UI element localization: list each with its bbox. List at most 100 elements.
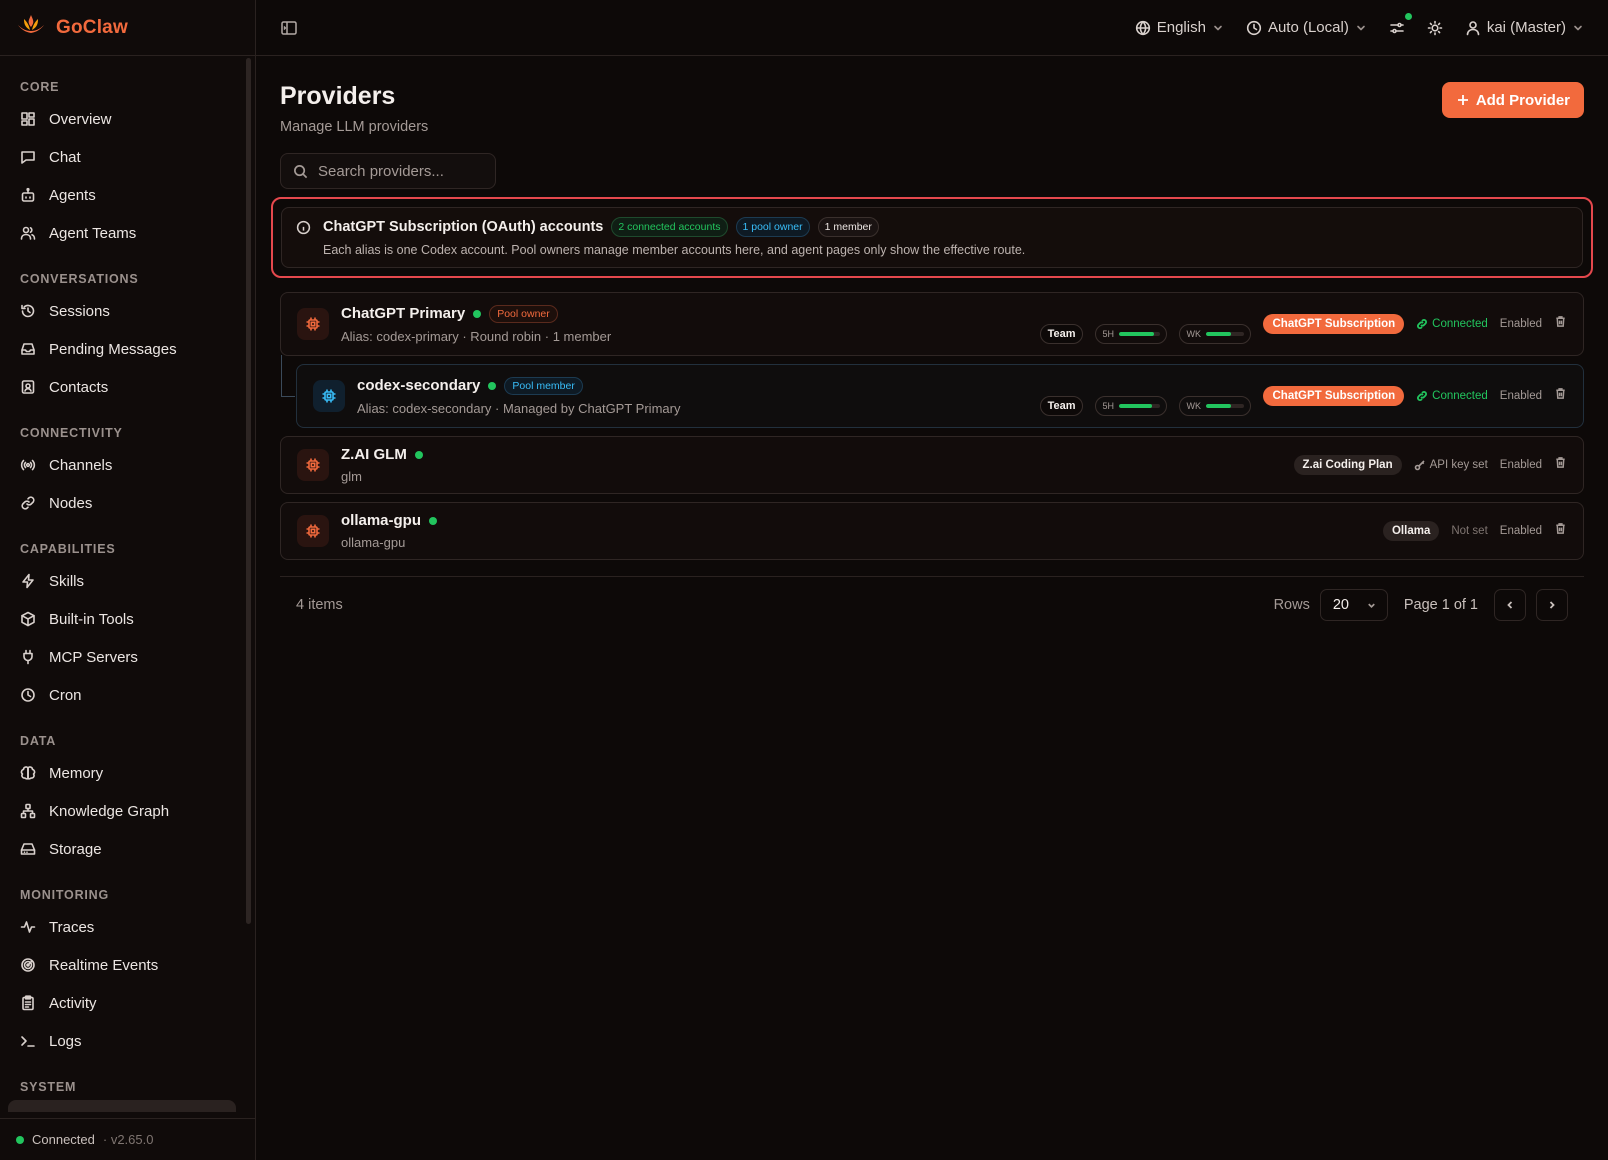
selected-item-highlight	[8, 1100, 236, 1112]
enabled-toggle[interactable]: Enabled	[1500, 390, 1542, 402]
provider-card-codex-secondary[interactable]: codex-secondary Pool member Alias: codex…	[296, 364, 1584, 428]
section-title: SYSTEM	[20, 1080, 77, 1094]
nav-section-connectivity: CONNECTIVITY Channels Nodes	[0, 412, 241, 522]
search-box	[280, 153, 496, 189]
delete-button[interactable]	[1554, 522, 1567, 540]
nav-section-data: DATA Memory Knowledge Graph Storage	[0, 720, 241, 868]
clock-icon	[1246, 20, 1262, 35]
sidebar-item-storage[interactable]: Storage	[0, 830, 241, 868]
version-text: · v2.65.0	[102, 1132, 154, 1147]
radar-icon	[21, 958, 35, 972]
sidebar-item-traces[interactable]: Traces	[0, 908, 241, 946]
enabled-toggle[interactable]: Enabled	[1500, 525, 1542, 537]
sidebar-item-memory[interactable]: Memory	[0, 754, 241, 792]
sun-icon	[1427, 20, 1443, 35]
sidebar-item-label: Pending Messages	[49, 340, 177, 358]
sidebar-item-overview[interactable]: Overview	[0, 100, 241, 138]
cpu-chip-icon	[306, 458, 320, 472]
provider-subtitle: ollama-gpu	[341, 535, 406, 550]
enabled-toggle[interactable]: Enabled	[1500, 459, 1542, 471]
delete-button[interactable]	[1554, 387, 1567, 405]
nav-section-system: SYSTEM	[0, 1066, 241, 1100]
provider-name: Z.AI GLM	[341, 446, 407, 463]
page-header: Providers Manage LLM providers Add Provi…	[280, 82, 1584, 135]
usage-meter-wk: WK	[1179, 324, 1252, 344]
search-input[interactable]	[318, 162, 488, 180]
sidebar-item-built-in-tools[interactable]: Built-in Tools	[0, 600, 241, 638]
delete-button[interactable]	[1554, 315, 1567, 333]
info-title: ChatGPT Subscription (OAuth) accounts	[323, 219, 604, 235]
sidebar-item-channels[interactable]: Channels	[0, 446, 241, 484]
cpu-chip-icon	[306, 317, 320, 331]
clock-icon	[21, 688, 35, 702]
sidebar-item-pending-messages[interactable]: Pending Messages	[0, 330, 241, 368]
section-title: MONITORING	[20, 888, 110, 902]
sidebar-item-nodes[interactable]: Nodes	[0, 484, 241, 522]
add-provider-button[interactable]: Add Provider	[1441, 82, 1584, 118]
pagination: Rows 20 Page 1 of 1	[1274, 589, 1568, 621]
sidebar-item-agent-teams[interactable]: Agent Teams	[0, 214, 241, 252]
provider-meta: Z.ai Coding Plan API key set Enabled	[1293, 455, 1567, 475]
sidebar-item-label: Storage	[49, 840, 102, 858]
sidebar: GoClaw CORE Overview Chat Agents Agent T…	[0, 0, 256, 1160]
theme-toggle-button[interactable]	[1427, 20, 1443, 36]
settings-sliders-button[interactable]	[1389, 12, 1412, 36]
sidebar-item-realtime-events[interactable]: Realtime Events	[0, 946, 241, 984]
timezone-selector[interactable]: Auto (Local)	[1246, 19, 1367, 36]
prev-page-button[interactable]	[1494, 589, 1526, 621]
nav-section-monitoring: MONITORING Traces Realtime Events Activi…	[0, 874, 241, 1060]
sidebar-item-sessions[interactable]: Sessions	[0, 292, 241, 330]
sidebar-item-activity[interactable]: Activity	[0, 984, 241, 1022]
user-icon	[1466, 20, 1480, 35]
brain-icon	[20, 766, 36, 780]
sidebar-item-chat[interactable]: Chat	[0, 138, 241, 176]
rows-per-page-select[interactable]: 20	[1319, 589, 1388, 621]
cpu-chip-icon	[306, 524, 320, 538]
activity-line-icon	[20, 921, 36, 933]
provider-card-chatgpt-primary[interactable]: ChatGPT Primary Pool owner Alias: codex-…	[280, 292, 1584, 356]
sidebar-toggle-icon[interactable]	[280, 19, 298, 37]
auth-status: Connected	[1416, 390, 1488, 402]
sidebar-item-mcp-servers[interactable]: MCP Servers	[0, 638, 241, 676]
add-provider-label: Add Provider	[1475, 91, 1570, 109]
link-icon	[1417, 319, 1428, 329]
language-selector[interactable]: English	[1135, 19, 1224, 36]
meter-label: WK	[1186, 329, 1201, 339]
section-title: DATA	[20, 734, 57, 748]
bot-icon	[21, 187, 35, 202]
auth-status: API key set	[1414, 459, 1488, 471]
plus-icon	[1457, 95, 1468, 105]
sidebar-item-logs[interactable]: Logs	[0, 1022, 241, 1060]
connection-status-text: Connected	[32, 1132, 95, 1147]
sidebar-item-label: Channels	[49, 456, 113, 474]
sidebar-item-knowledge-graph[interactable]: Knowledge Graph	[0, 792, 241, 830]
sidebar-item-contacts[interactable]: Contacts	[0, 368, 241, 406]
sidebar-item-label: Logs	[49, 1032, 82, 1050]
next-page-button[interactable]	[1536, 589, 1568, 621]
sidebar-item-cron[interactable]: Cron	[0, 676, 241, 714]
broadcast-icon	[20, 459, 36, 471]
highlighted-info-region: ChatGPT Subscription (OAuth) accounts 2 …	[271, 197, 1593, 278]
delete-button[interactable]	[1554, 456, 1567, 474]
pool-owner-badge: Pool owner	[489, 304, 558, 323]
team-badge: Team	[1039, 324, 1084, 344]
sidebar-item-skills[interactable]: Skills	[0, 562, 241, 600]
sidebar-scrollbar[interactable]	[246, 58, 251, 924]
sidebar-item-label: Cron	[49, 686, 82, 704]
provider-card-zai-glm[interactable]: Z.AI GLM glm Z.ai Coding Plan API key se…	[280, 436, 1584, 494]
user-menu[interactable]: kai (Master)	[1465, 19, 1584, 36]
provider-type-badge: Ollama	[1382, 521, 1440, 541]
provider-card-ollama-gpu[interactable]: ollama-gpu ollama-gpu Ollama Not set Ena…	[280, 502, 1584, 560]
page-info: Page 1 of 1	[1403, 597, 1478, 613]
rows-label: Rows	[1273, 597, 1310, 613]
sidebar-item-agents[interactable]: Agents	[0, 176, 241, 214]
enabled-toggle[interactable]: Enabled	[1500, 318, 1542, 330]
meter-label: WK	[1186, 401, 1201, 411]
team-badge: Team	[1039, 396, 1084, 416]
usage-meter-5h: 5H	[1095, 396, 1168, 416]
provider-icon	[313, 380, 345, 412]
brand[interactable]: GoClaw	[0, 0, 255, 56]
meter-fill	[1119, 332, 1155, 336]
topbar: English Auto (Local) kai (Master)	[256, 0, 1608, 56]
terminal-icon	[21, 1036, 35, 1047]
